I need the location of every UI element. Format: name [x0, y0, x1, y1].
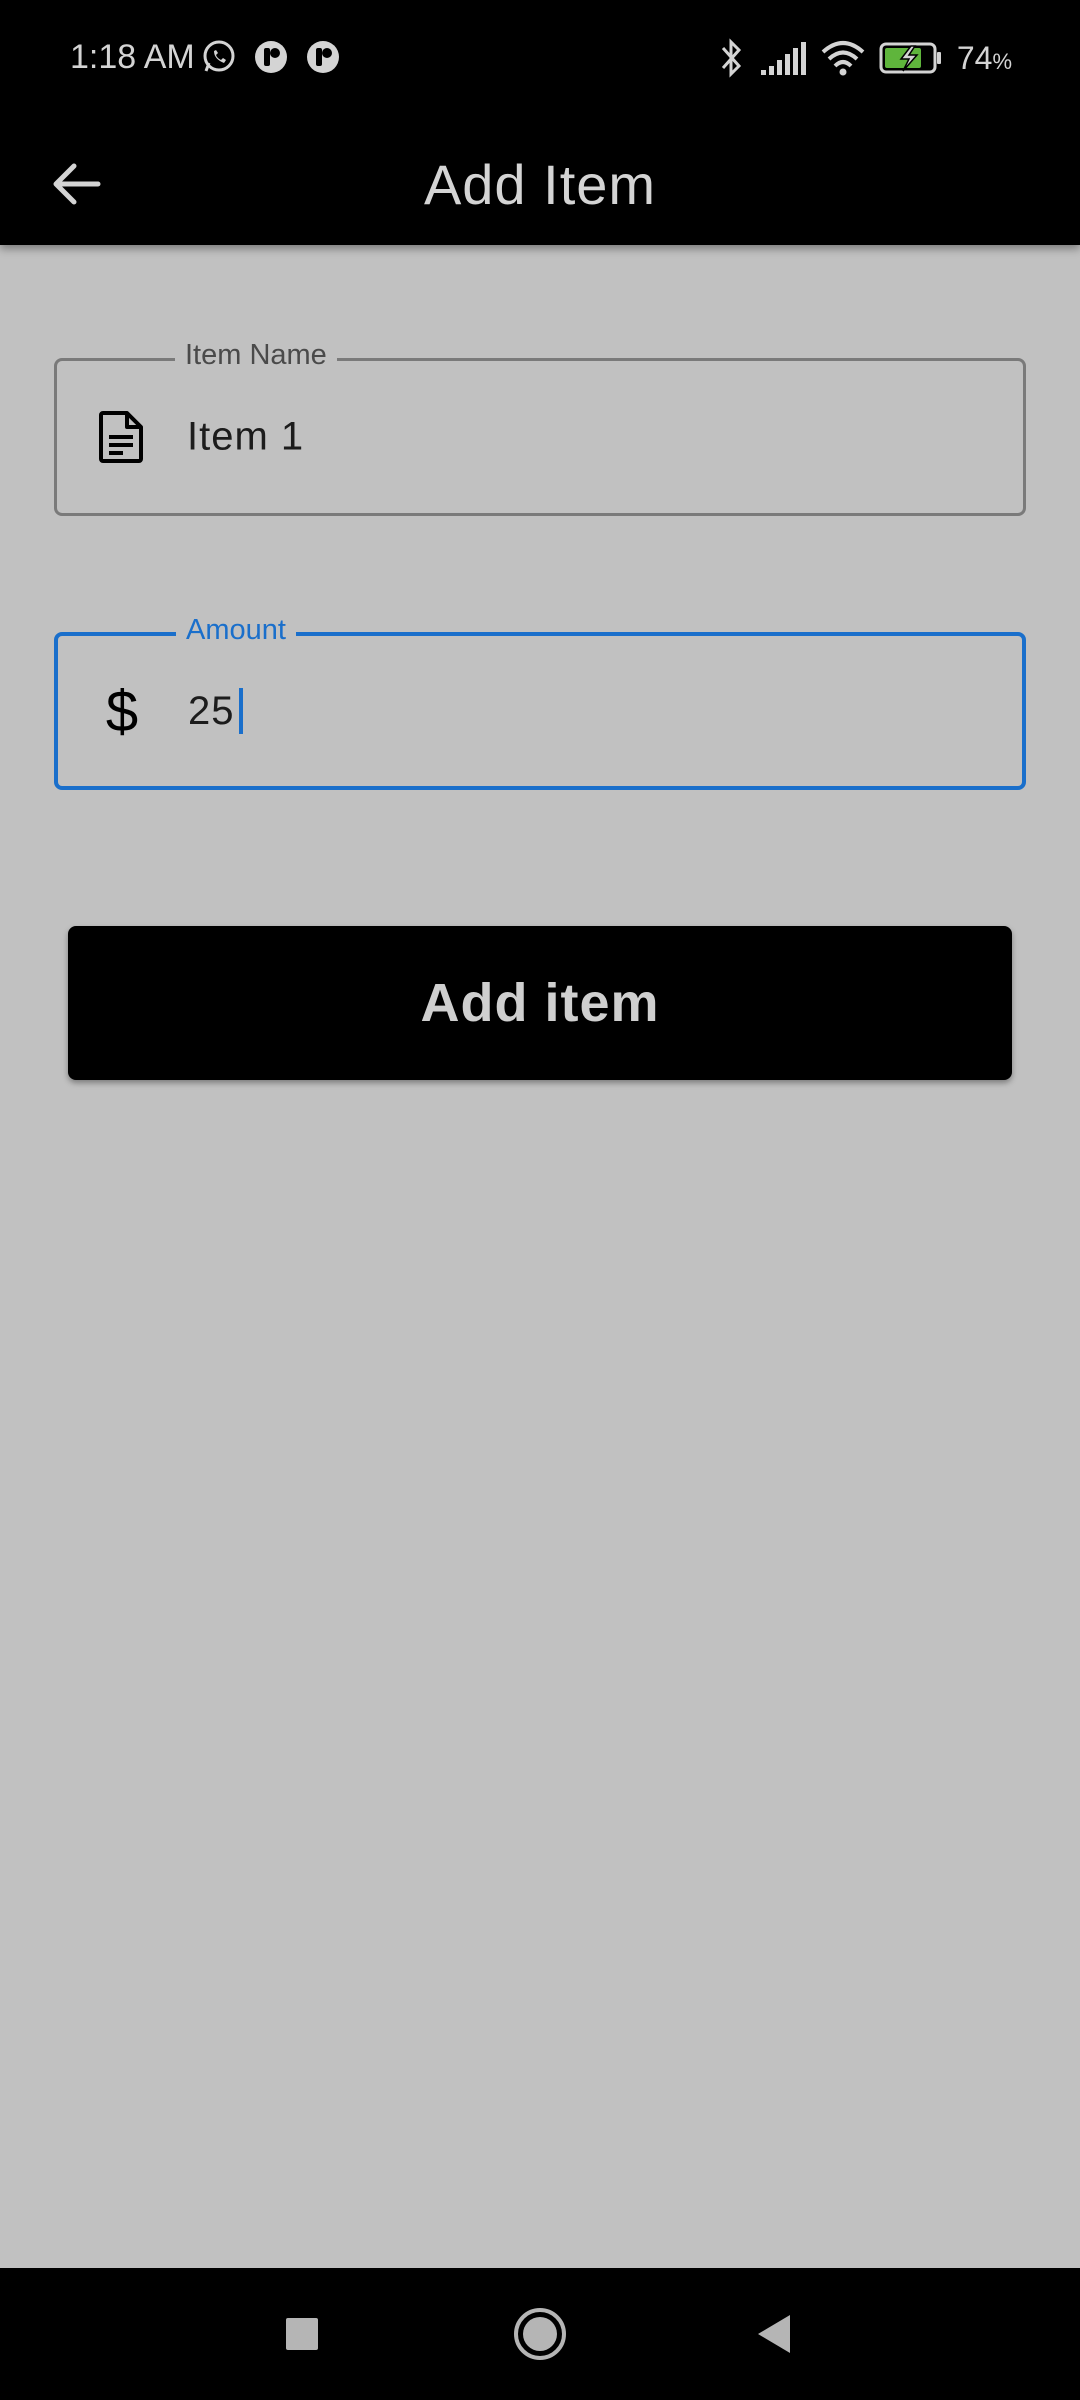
amount-value: 25: [188, 688, 235, 733]
whatsapp-icon: [203, 40, 235, 72]
app-notification-icon: [307, 41, 339, 73]
bluetooth-icon: [721, 38, 741, 78]
recents-square-icon: [286, 2318, 318, 2350]
system-nav-bar: [0, 2268, 1080, 2400]
status-time: 1:18 AM: [70, 38, 195, 76]
battery-charging-icon: [879, 42, 941, 74]
back-triangle-icon: [758, 2315, 790, 2353]
item-name-input[interactable]: Item 1: [187, 415, 304, 460]
amount-input[interactable]: 25: [188, 688, 243, 734]
app-bar: Add Item: [0, 122, 1080, 245]
add-item-button[interactable]: Add item: [68, 926, 1012, 1080]
app-notification-icon: [255, 41, 287, 73]
wifi-icon: [821, 41, 865, 76]
signal-icon: [760, 42, 806, 75]
home-circle-icon: [514, 2308, 566, 2360]
amount-label: Amount: [176, 614, 296, 647]
dollar-prefix: $: [105, 678, 139, 744]
nav-back-button[interactable]: [744, 2304, 804, 2364]
amount-field[interactable]: Amount $ 25: [54, 614, 1026, 790]
page-title: Add Item: [423, 153, 657, 216]
item-name-label: Item Name: [175, 339, 337, 372]
battery-percent: 74%: [956, 39, 1012, 76]
text-caret: [238, 688, 243, 734]
status-bar: 1:18 AM 74%: [0, 0, 1080, 122]
item-name-field[interactable]: Item Name Item 1: [54, 339, 1026, 516]
home-button[interactable]: [510, 2304, 570, 2364]
dollar-icon: $: [92, 679, 152, 744]
status-system-icons: 74%: [719, 38, 1012, 78]
document-icon: [91, 407, 151, 467]
status-notification-icons: [200, 38, 342, 76]
recents-button[interactable]: [272, 2304, 332, 2364]
